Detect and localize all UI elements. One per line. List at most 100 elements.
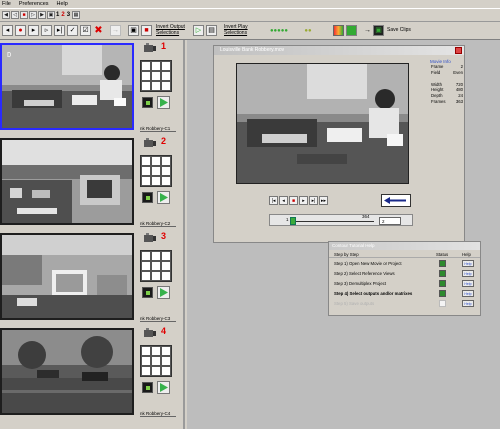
check-icon[interactable]: ✓ [67, 25, 78, 36]
help-step-text: Step 1) Open New Movie or Project [334, 261, 402, 266]
play-select-icon[interactable]: ▤ [206, 25, 217, 36]
playback-controls: |◂ ◂ ■ ▸ ▸| ▸▸ [269, 196, 329, 206]
output-stop-icon[interactable]: ■ [141, 25, 152, 36]
top-toolbar: ◀ ◁ ■ ▷ ▶ ▣ 1 2 3 ▦ [0, 9, 500, 22]
skip-end-icon[interactable]: ▸▸ [319, 196, 328, 205]
chain-end-icon[interactable]: ●● [300, 25, 316, 36]
rewind-icon[interactable]: ◂ [2, 25, 13, 36]
camera-icon[interactable] [144, 233, 156, 242]
frame-slider[interactable]: 1 364 2 [269, 214, 413, 226]
color-green-icon[interactable] [346, 25, 357, 36]
help-button[interactable]: Help [462, 270, 474, 277]
camera-view-2: 2 nk Robbery-C2 [0, 135, 185, 230]
movie-window-title[interactable]: Louisville Bank Robbery.mov [214, 46, 464, 55]
step-back-icon[interactable]: ◂ [279, 196, 288, 205]
play-icon[interactable]: ▸ [299, 196, 308, 205]
check-all-icon[interactable]: ☑ [80, 25, 91, 36]
chain-icon[interactable]: ●●●●● [261, 25, 297, 36]
help-window-title[interactable]: Contour Tutorial Help [329, 242, 480, 250]
arrow-right-icon: → [364, 27, 371, 34]
frame-button[interactable]: ▣ [47, 11, 55, 19]
help-button[interactable]: Help [462, 280, 474, 287]
step-back-button[interactable]: ◁ [11, 11, 19, 19]
skip-start-icon[interactable]: |◂ [269, 196, 278, 205]
info-row-frames: Frames 363 [431, 98, 463, 104]
save-icon[interactable]: ▣ [373, 25, 384, 36]
camera-icon[interactable] [144, 328, 156, 337]
camera-view-4: 4 nk Robbery-C4 [0, 325, 185, 420]
rewind-button[interactable]: ◀ [2, 11, 10, 19]
output-icon[interactable]: ▣ [128, 25, 139, 36]
step-forward-button[interactable]: ▷ [29, 11, 37, 19]
menu-bar: File Preferences Help [0, 0, 500, 9]
color-bars-icon[interactable] [333, 25, 344, 36]
help-step-row: Step 5) Save outputs Help [329, 299, 480, 309]
record-icon[interactable]: ● [15, 25, 26, 36]
info-row-field: Field Even [431, 69, 463, 75]
forward-button[interactable]: ▶ [38, 11, 46, 19]
back-arrow-button[interactable] [381, 194, 411, 207]
help-header: Step by Step Status Help [329, 251, 480, 258]
video-frame[interactable] [236, 63, 409, 184]
play-button[interactable] [157, 286, 170, 299]
status-indicator [439, 270, 446, 277]
help-step-row: Step 1) Open New Movie or Project Help [329, 259, 480, 269]
toolbar-number-1[interactable]: 1 [56, 12, 59, 18]
play-button[interactable] [157, 381, 170, 394]
camera-label: nk Robbery-C1 [140, 126, 176, 132]
close-icon[interactable] [455, 47, 462, 54]
play-icon[interactable]: ▸ [28, 25, 39, 36]
toolbar-number-3[interactable]: 3 [67, 12, 70, 18]
camera-icon[interactable] [144, 138, 156, 147]
matrix-grid[interactable] [140, 345, 172, 377]
menu-help[interactable]: Help [57, 1, 68, 7]
slider-thumb[interactable] [290, 217, 297, 225]
camera-icon[interactable] [144, 43, 156, 52]
grid-button[interactable]: ▦ [72, 11, 81, 19]
output-toggle-button[interactable] [142, 287, 153, 298]
menu-preferences[interactable]: Preferences [19, 1, 49, 7]
forward-icon[interactable]: → [110, 25, 121, 36]
menu-file[interactable]: File [2, 1, 11, 7]
frame-number-field[interactable]: 2 [379, 217, 401, 225]
camera-thumbnail-3[interactable] [0, 233, 134, 320]
next-icon[interactable]: ▹ [41, 25, 52, 36]
movie-info-panel: Movie Info Frame 2 Field Even Width 720 Hei… [426, 59, 466, 149]
save-clips-label[interactable]: Save Clips [387, 27, 411, 33]
delete-icon[interactable]: ✖ [93, 25, 104, 36]
camera-thumbnail-2[interactable] [0, 138, 134, 225]
matrix-grid[interactable] [140, 155, 172, 187]
matrix-grid[interactable] [140, 250, 172, 282]
matrix-grid[interactable] [140, 60, 172, 92]
camera-number: 3 [161, 231, 167, 241]
main-toolbar: ◂ ● ▸ ▹ ▸| ✓ ☑ ✖ → ▣ ■ Invert Output Sel… [0, 22, 500, 40]
stop-icon[interactable]: ■ [289, 196, 298, 205]
camera-label: nk Robbery-C3 [140, 316, 176, 322]
help-step-row: Step 3) Demultiplex Project Help [329, 279, 480, 289]
help-button[interactable]: Help [462, 300, 474, 307]
step-forward-icon[interactable]: ▸| [309, 196, 318, 205]
output-toggle-button[interactable] [142, 192, 153, 203]
invert-output-label[interactable]: Invert Output Selections [156, 24, 192, 36]
help-button[interactable]: Help [462, 260, 474, 267]
end-icon[interactable]: ▸| [54, 25, 65, 36]
tutorial-help-window: Contour Tutorial Help Step by Step Statu… [328, 241, 481, 316]
invert-play-label[interactable]: Invert Play Selections [224, 24, 258, 36]
camera-thumbnail-4[interactable] [0, 328, 134, 415]
play-button[interactable] [157, 191, 170, 204]
svg-text:D: D [7, 52, 11, 60]
output-toggle-button[interactable] [142, 382, 153, 393]
camera-thumbnail-1[interactable]: D [0, 43, 134, 130]
status-indicator [439, 280, 446, 287]
play-button[interactable] [157, 96, 170, 109]
toolbar-number-2[interactable]: 2 [61, 12, 64, 18]
output-toggle-button[interactable] [142, 97, 153, 108]
stop-button[interactable]: ■ [20, 11, 28, 19]
camera-label: nk Robbery-C4 [140, 411, 176, 417]
help-step-text: Step 2) Select Reference Views [334, 271, 395, 276]
slider-track[interactable] [292, 221, 374, 222]
play-selection-icon[interactable]: ▷ [193, 25, 204, 36]
help-step-text: Step 3) Demultiplex Project [334, 281, 387, 286]
slider-start: 1 [286, 217, 289, 222]
help-button[interactable]: Help [462, 290, 474, 297]
